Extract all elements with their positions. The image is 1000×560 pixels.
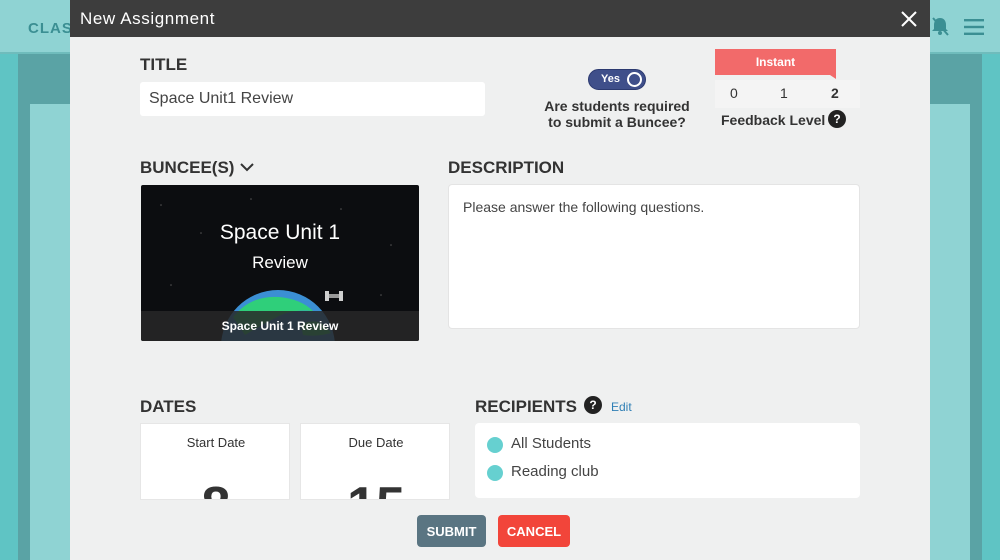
start-date-card[interactable]: Start Date 8 <box>140 423 290 500</box>
require-question-line2: to submit a Buncee? <box>548 114 686 130</box>
submit-button[interactable]: SUBMIT <box>417 515 486 547</box>
new-assignment-modal: New Assignment TITLE Yes Are students re… <box>70 0 930 560</box>
due-date-label: Due Date <box>348 435 404 450</box>
dates-label: DATES <box>140 397 197 416</box>
recipients-label: RECIPIENTS <box>475 397 578 416</box>
feedback-mode-flag: Instant <box>715 49 836 75</box>
recipient-dot-icon <box>487 465 503 481</box>
cancel-button[interactable]: CANCEL <box>498 515 570 547</box>
due-date-card[interactable]: Due Date 15 <box>300 423 450 500</box>
require-submit-question: Are students required to submit a Buncee… <box>534 98 700 130</box>
start-date-label: Start Date <box>186 435 246 450</box>
feedback-level-selector: 0 1 2 <box>715 80 860 108</box>
start-date-day: 8 <box>141 476 289 499</box>
recipient-name: Reading club <box>511 463 599 480</box>
require-question-line1: Are students required <box>544 98 690 114</box>
feedback-help-icon[interactable]: ? <box>828 110 846 128</box>
chevron-down-icon[interactable] <box>240 162 254 172</box>
close-icon[interactable] <box>898 8 920 30</box>
title-input[interactable] <box>140 82 485 116</box>
buncee-caption: Space Unit 1 Review <box>221 319 339 333</box>
feedback-mode-label: Instant <box>755 55 796 69</box>
buncee-title: Space Unit 1 <box>219 221 341 244</box>
recipients-list: All Students Reading club <box>475 423 860 498</box>
buncees-label: BUNCEE(S) <box>140 158 235 177</box>
app-title: CLAS <box>28 20 73 37</box>
title-label: TITLE <box>140 55 188 74</box>
feedback-level-0[interactable]: 0 <box>730 85 738 101</box>
toggle-knob <box>627 72 642 87</box>
modal-header: New Assignment <box>70 0 930 37</box>
due-date-day: 15 <box>301 476 449 499</box>
modal-title: New Assignment <box>80 9 216 28</box>
feedback-level-label: Feedback Level <box>721 112 826 128</box>
description-label: DESCRIPTION <box>448 158 565 177</box>
feedback-level-2[interactable]: 2 <box>831 85 839 101</box>
require-submit-toggle[interactable]: Yes <box>588 69 646 90</box>
feedback-level-1[interactable]: 1 <box>780 85 788 101</box>
hamburger-menu-icon[interactable] <box>962 18 986 36</box>
recipient-dot-icon <box>487 437 503 453</box>
recipients-edit-link[interactable]: Edit <box>611 400 632 414</box>
recipient-name: All Students <box>511 435 592 452</box>
recipients-help-icon[interactable]: ? <box>584 396 602 414</box>
toggle-label: Yes <box>601 73 620 85</box>
feedback-flag-notch <box>827 73 836 79</box>
description-textarea[interactable]: Please answer the following questions. <box>448 184 860 329</box>
buncee-subtitle: Review <box>252 253 308 272</box>
buncee-thumbnail[interactable]: Space Unit 1 Review Space Unit 1 Review <box>141 185 419 341</box>
bell-muted-icon[interactable] <box>930 16 950 36</box>
